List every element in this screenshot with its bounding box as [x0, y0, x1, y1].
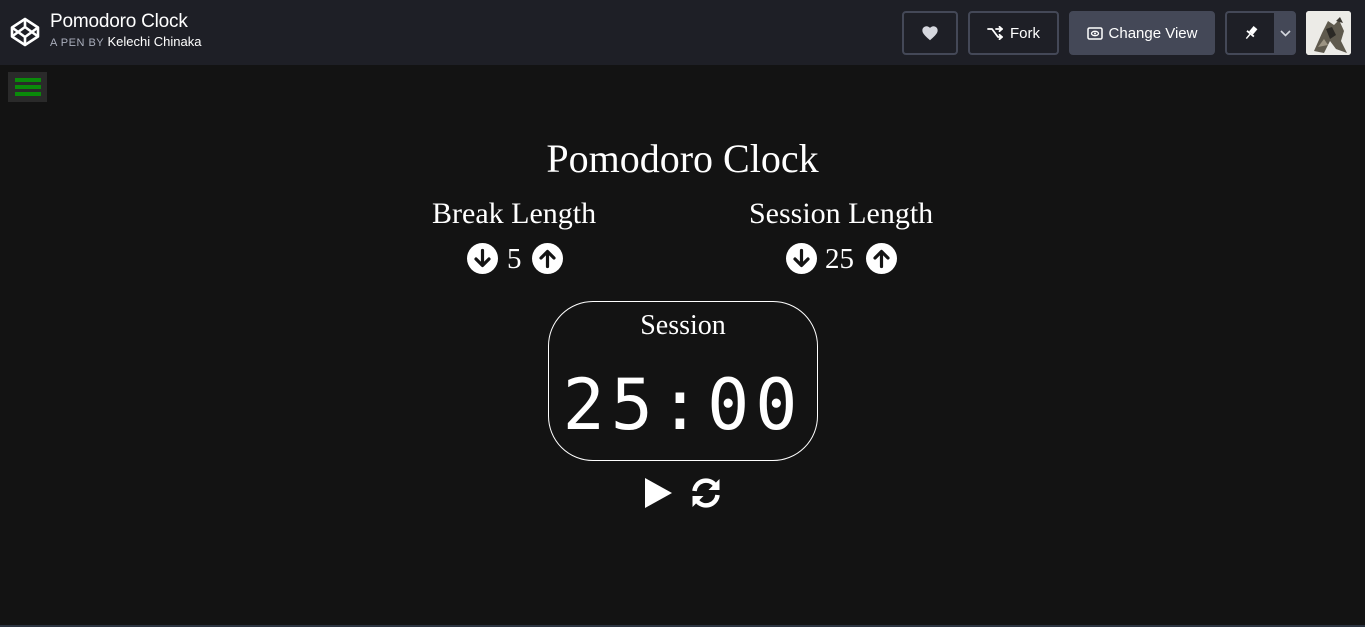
heart-icon [922, 26, 938, 41]
app-title: Pomodoro Clock [546, 136, 819, 181]
pen-by-prefix: A PEN BY [50, 37, 104, 49]
arrow-up-circle-icon [873, 249, 890, 269]
break-decrement-button[interactable] [467, 243, 498, 274]
arrow-up-circle-icon [539, 249, 556, 269]
avatar-image [1306, 11, 1351, 55]
arrow-down-circle-icon [474, 248, 491, 268]
session-length-label: Session Length [749, 197, 934, 230]
timer-label: Session [640, 310, 726, 341]
fork-button[interactable]: Fork [968, 11, 1059, 55]
top-bar: Pomodoro Clock A PEN BY Kelechi Chinaka … [0, 0, 1365, 65]
fork-label: Fork [1010, 24, 1040, 42]
pen-title: Pomodoro Clock [50, 11, 188, 32]
change-view-label: Change View [1108, 24, 1198, 42]
fork-icon [987, 26, 1003, 40]
hamburger-bar [15, 85, 41, 89]
pin-dropdown-button[interactable] [1274, 11, 1296, 55]
pen-byline: A PEN BY Kelechi Chinaka [50, 35, 201, 50]
hamburger-icon[interactable] [8, 72, 47, 102]
author-link[interactable]: Kelechi Chinaka [108, 34, 202, 49]
break-length-label: Break Length [432, 197, 597, 230]
session-increment-button[interactable] [866, 243, 897, 274]
session-length-value: 25 [825, 243, 854, 275]
chevron-down-icon [1279, 29, 1291, 37]
eye-icon [1086, 26, 1103, 40]
codepen-logo-icon[interactable] [9, 16, 41, 48]
pin-icon [1245, 26, 1258, 40]
timer-time: 25:00 [562, 364, 804, 446]
arrow-down-circle-icon [793, 248, 810, 268]
break-length-value: 5 [507, 243, 522, 275]
timer-display: Session 25:00 [548, 301, 818, 461]
hamburger-bar [15, 78, 41, 82]
refresh-icon[interactable] [689, 476, 723, 510]
pin-button[interactable] [1225, 11, 1275, 55]
hamburger-bar [15, 92, 41, 96]
change-view-button[interactable]: Change View [1069, 11, 1215, 55]
heart-button[interactable] [902, 11, 958, 55]
break-increment-button[interactable] [532, 243, 563, 274]
session-decrement-button[interactable] [786, 243, 817, 274]
user-avatar[interactable] [1306, 11, 1351, 55]
play-icon[interactable] [642, 476, 674, 510]
